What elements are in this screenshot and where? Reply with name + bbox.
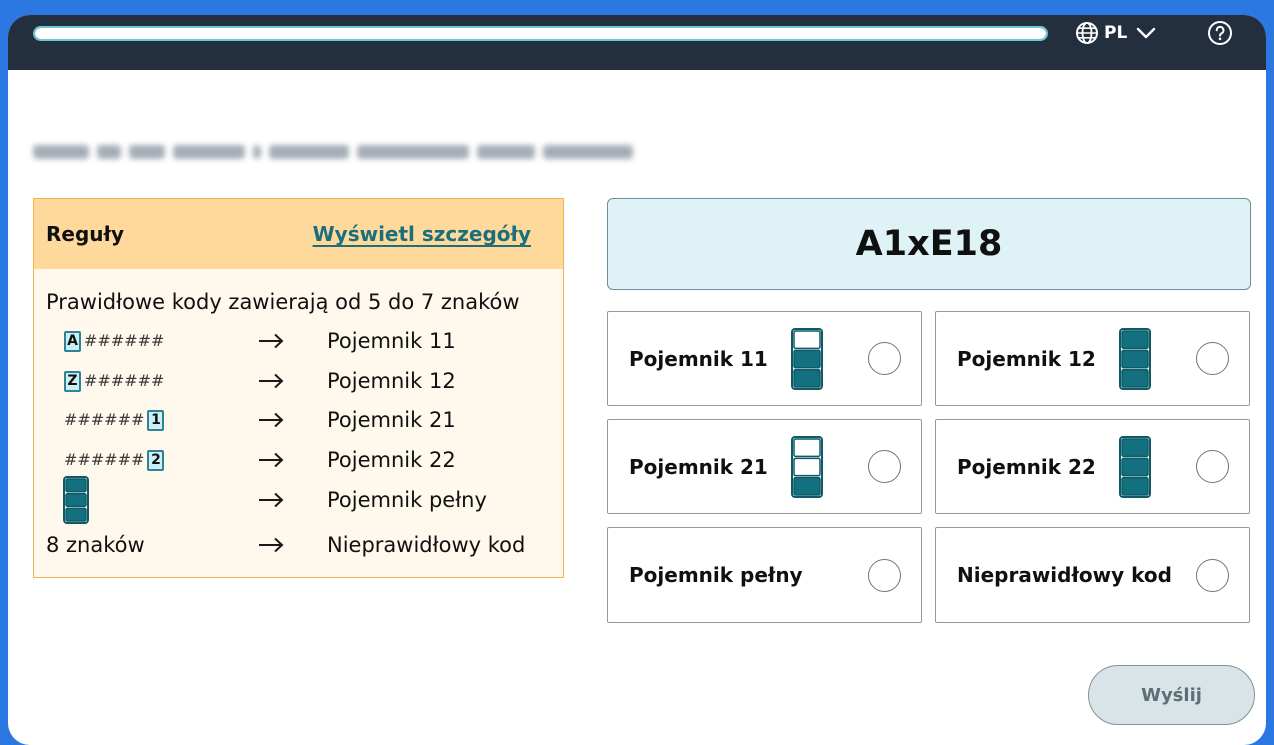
bin-slot-empty [793, 457, 821, 476]
item-code-display: A1xE18 [607, 198, 1251, 290]
bin-icon [1119, 435, 1151, 498]
arrow-right-icon [258, 529, 284, 561]
bin-slot-filled [793, 349, 821, 368]
instruction-text-blurred [33, 144, 633, 160]
hash-placeholders: ###### [84, 371, 165, 390]
progress-bar-fill [35, 28, 1046, 39]
language-code: PL [1104, 23, 1128, 43]
rules-panel: Reguły Wyświetl szczegóły Prawidłowe kod… [33, 198, 564, 578]
arrow-right-icon [258, 325, 284, 357]
rule-pattern: Z ###### [64, 365, 164, 397]
bin-slot-filled [65, 507, 87, 522]
radio-button[interactable] [868, 558, 901, 592]
arrow-right-icon [258, 404, 284, 436]
rule-row: ###### 2 Pojemnik 22 [34, 444, 563, 476]
option-label: Pojemnik 22 [957, 454, 1096, 479]
bin-slot-filled [1121, 476, 1149, 496]
bin-icon [791, 435, 823, 498]
rule-row: 8 znaków Nieprawidłowy kod [34, 529, 563, 561]
bin-slot-filled [65, 478, 87, 493]
option-pojemnik-pelny[interactable]: Pojemnik pełny [607, 527, 922, 623]
rule-target: Nieprawidłowy kod [327, 533, 526, 557]
bin-slot-filled [65, 492, 87, 508]
option-label: Pojemnik pełny [629, 563, 803, 587]
rules-intro-text: Prawidłowe kody zawierają od 5 do 7 znak… [46, 290, 520, 314]
option-label: Pojemnik 12 [957, 346, 1096, 371]
rule-target: Pojemnik 22 [327, 448, 456, 472]
option-pojemnik-22[interactable]: Pojemnik 22 [935, 419, 1250, 514]
suffix-char-box: 2 [147, 449, 165, 471]
radio-button[interactable] [1196, 558, 1229, 592]
option-nieprawidlowy-kod[interactable]: Nieprawidłowy kod [935, 527, 1250, 623]
prefix-char-box: A [64, 330, 81, 352]
radio-button[interactable] [868, 450, 901, 483]
rule-target: Pojemnik pełny [327, 488, 487, 512]
bin-slot-filled [1121, 368, 1149, 388]
suffix-char-box: 1 [147, 409, 165, 431]
view-details-link[interactable]: Wyświetl szczegóły [313, 199, 531, 269]
bin-full-icon [63, 476, 89, 524]
language-selector[interactable]: PL [1075, 21, 1167, 45]
hash-placeholders: ###### [64, 450, 145, 469]
rule-pattern: A ###### [64, 325, 164, 357]
rule-target: Pojemnik 12 [327, 369, 456, 393]
chevron-down-icon [1137, 27, 1156, 39]
rule-row: A ###### Pojemnik 11 [34, 325, 563, 357]
arrow-right-icon [258, 365, 284, 397]
bin-slot-filled [1121, 329, 1149, 349]
hash-placeholders: ###### [64, 410, 145, 429]
option-pojemnik-11[interactable]: Pojemnik 11 [607, 311, 922, 406]
bin-slot-filled [793, 368, 821, 388]
bin-slot-filled [1121, 437, 1149, 457]
hash-placeholders: ###### [84, 331, 165, 350]
option-label: Nieprawidłowy kod [957, 563, 1172, 587]
bin-slot-empty [793, 437, 821, 457]
rule-row: Z ###### Pojemnik 12 [34, 365, 563, 397]
rule-pattern: ###### 1 [64, 404, 165, 436]
rule-condition-text: 8 znaków [46, 533, 145, 557]
globe-icon [1076, 22, 1098, 44]
arrow-right-icon [258, 444, 284, 476]
option-pojemnik-12[interactable]: Pojemnik 12 [935, 311, 1250, 406]
bin-icon [1119, 327, 1151, 390]
bin-icon [791, 327, 823, 390]
bin-slot-empty [793, 329, 821, 349]
rules-title: Reguły [46, 222, 124, 246]
prefix-char-box: Z [64, 370, 81, 392]
bin-slot-filled [793, 476, 821, 496]
rule-target: Pojemnik 11 [327, 329, 456, 353]
rule-row: Pojemnik pełny [34, 476, 563, 524]
bin-slot-filled [1121, 457, 1149, 476]
option-pojemnik-21[interactable]: Pojemnik 21 [607, 419, 922, 514]
progress-bar [33, 26, 1048, 41]
item-code: A1xE18 [855, 224, 1003, 264]
help-circle-icon[interactable] [1207, 20, 1233, 46]
submit-button[interactable]: Wyślij [1088, 665, 1255, 725]
radio-button[interactable] [868, 342, 901, 375]
rule-row: ###### 1 Pojemnik 21 [34, 404, 563, 436]
arrow-right-icon [258, 484, 284, 516]
rule-pattern: ###### 2 [64, 444, 165, 476]
top-bar: PL [8, 15, 1266, 70]
rule-target: Pojemnik 21 [327, 408, 456, 432]
option-label: Pojemnik 11 [629, 346, 768, 371]
radio-button[interactable] [1196, 450, 1229, 483]
option-label: Pojemnik 21 [629, 454, 768, 479]
rules-header: Reguły Wyświetl szczegóły [34, 199, 563, 269]
bin-slot-filled [1121, 349, 1149, 368]
radio-button[interactable] [1196, 342, 1229, 375]
